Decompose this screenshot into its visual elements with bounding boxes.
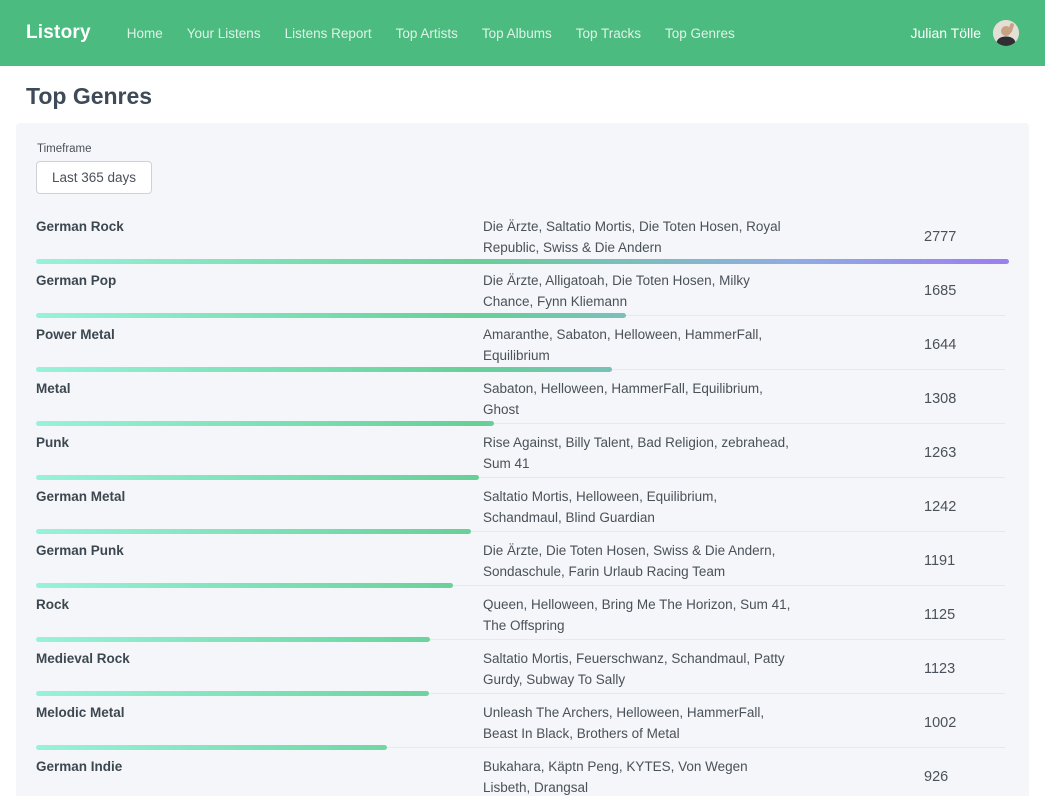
table-row: Medieval RockSaltatio Mortis, Feuerschwa…: [36, 643, 1009, 697]
app-logo[interactable]: Listory: [26, 22, 91, 44]
table-row: German MetalSaltatio Mortis, Helloween, …: [36, 481, 1009, 535]
play-count: 926: [924, 769, 1009, 785]
play-count: 1002: [924, 715, 1009, 731]
genre-bar: [36, 529, 471, 534]
user-name: Julian Tölle: [910, 25, 981, 41]
navbar: Listory Home Your Listens Listens Report…: [0, 0, 1045, 66]
play-count: 2777: [924, 229, 1009, 245]
genre-bar: [36, 367, 612, 372]
table-row: German PopDie Ärzte, Alligatoah, Die Tot…: [36, 265, 1009, 319]
play-count: 1125: [924, 607, 1009, 623]
genre-name: Medieval Rock: [36, 648, 483, 690]
nav-home[interactable]: Home: [115, 26, 175, 41]
genre-name: German Punk: [36, 540, 483, 582]
genre-bar: [36, 745, 387, 750]
genre-bar: [36, 313, 626, 318]
table-row: Power MetalAmaranthe, Sabaton, Helloween…: [36, 319, 1009, 373]
play-count: 1263: [924, 445, 1009, 461]
table-row: German RockDie Ärzte, Saltatio Mortis, D…: [36, 211, 1009, 265]
avatar-photo: [993, 20, 1019, 46]
timeframe-group: Timeframe Last 365 days: [36, 143, 1009, 194]
artist-list: Unleash The Archers, Helloween, HammerFa…: [483, 702, 793, 744]
genre-name: Punk: [36, 432, 483, 474]
artist-list: Sabaton, Helloween, HammerFall, Equilibr…: [483, 378, 793, 420]
artist-list: Saltatio Mortis, Helloween, Equilibrium,…: [483, 486, 793, 528]
genre-bar: [36, 421, 494, 426]
artist-list: Amaranthe, Sabaton, Helloween, HammerFal…: [483, 324, 793, 366]
table-row: Melodic MetalUnleash The Archers, Hellow…: [36, 697, 1009, 751]
nav-top-genres[interactable]: Top Genres: [653, 26, 747, 41]
genre-bar: [36, 637, 430, 642]
nav-top-artists[interactable]: Top Artists: [384, 26, 470, 41]
genre-bar: [36, 583, 453, 588]
artist-list: Saltatio Mortis, Feuerschwanz, Schandmau…: [483, 648, 793, 690]
artist-list: Rise Against, Billy Talent, Bad Religion…: [483, 432, 793, 474]
genre-bar: [36, 691, 429, 696]
artist-list: Die Ärzte, Alligatoah, Die Toten Hosen, …: [483, 270, 793, 312]
artist-list: Die Ärzte, Saltatio Mortis, Die Toten Ho…: [483, 216, 793, 258]
table-row: MetalSabaton, Helloween, HammerFall, Equ…: [36, 373, 1009, 427]
genre-name: Metal: [36, 378, 483, 420]
play-count: 1644: [924, 337, 1009, 353]
play-count: 1123: [924, 661, 1009, 677]
table-row: PunkRise Against, Billy Talent, Bad Reli…: [36, 427, 1009, 481]
table-row: RockQueen, Helloween, Bring Me The Horiz…: [36, 589, 1009, 643]
main-nav: Home Your Listens Listens Report Top Art…: [115, 26, 747, 41]
genre-name: Melodic Metal: [36, 702, 483, 744]
top-genres-card: Timeframe Last 365 days German RockDie Ä…: [16, 123, 1029, 796]
timeframe-select[interactable]: Last 365 days: [36, 161, 152, 194]
table-row: German PunkDie Ärzte, Die Toten Hosen, S…: [36, 535, 1009, 589]
artist-list: Queen, Helloween, Bring Me The Horizon, …: [483, 594, 793, 636]
avatar[interactable]: [993, 20, 1019, 46]
artist-list: Die Ärzte, Die Toten Hosen, Swiss & Die …: [483, 540, 793, 582]
user-area: Julian Tölle: [910, 20, 1019, 46]
nav-your-listens[interactable]: Your Listens: [175, 26, 273, 41]
play-count: 1191: [924, 553, 1009, 569]
artist-list: Bukahara, Käptn Peng, KYTES, Von Wegen L…: [483, 756, 793, 796]
nav-listens-report[interactable]: Listens Report: [273, 26, 384, 41]
timeframe-label: Timeframe: [37, 143, 1009, 155]
genre-name: German Pop: [36, 270, 483, 312]
genre-name: German Indie: [36, 756, 483, 796]
genre-bar: [36, 475, 479, 480]
table-row: German IndieBukahara, Käptn Peng, KYTES,…: [36, 751, 1009, 796]
play-count: 1242: [924, 499, 1009, 515]
genres-table: German RockDie Ärzte, Saltatio Mortis, D…: [36, 211, 1009, 796]
play-count: 1685: [924, 283, 1009, 299]
nav-top-albums[interactable]: Top Albums: [470, 26, 564, 41]
genre-name: Rock: [36, 594, 483, 636]
nav-top-tracks[interactable]: Top Tracks: [564, 26, 653, 41]
play-count: 1308: [924, 391, 1009, 407]
page-title: Top Genres: [26, 83, 1019, 110]
genre-bar: [36, 259, 1009, 264]
genre-name: Power Metal: [36, 324, 483, 366]
genre-name: German Metal: [36, 486, 483, 528]
genre-name: German Rock: [36, 216, 483, 258]
